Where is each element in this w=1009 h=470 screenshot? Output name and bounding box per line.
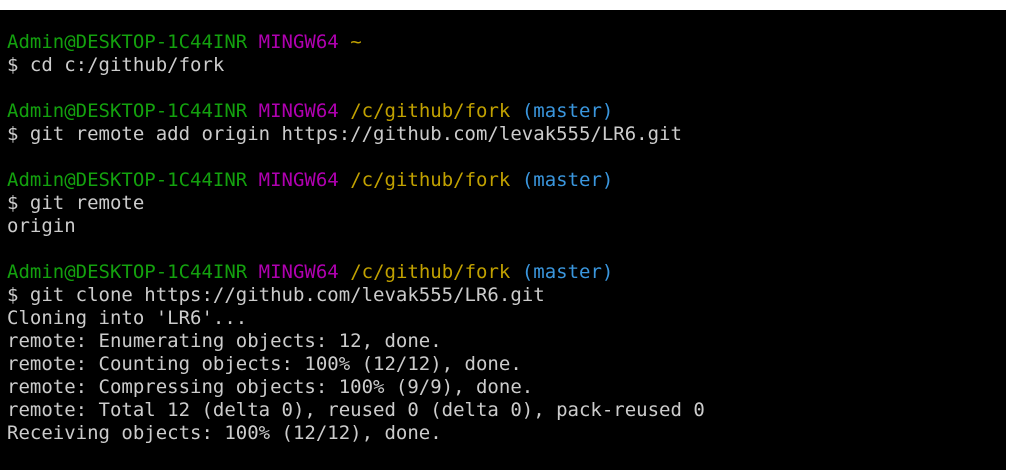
terminal-window: Admin@DESKTOP-1C44INR MINGW64 ~ $ cd c:/… — [0, 0, 1009, 470]
prompt-user-host: Admin@DESKTOP-1C44INR — [7, 31, 248, 53]
prompt-shell: MINGW64 — [258, 169, 339, 191]
prompt-line: Admin@DESKTOP-1C44INR MINGW64 /c/github/… — [7, 169, 1002, 192]
output-line: Receiving objects: 100% (12/12), done. — [7, 422, 442, 444]
output-line: origin — [7, 215, 76, 237]
prompt-branch: (master) — [521, 169, 614, 191]
prompt-branch: (master) — [521, 100, 614, 122]
output-line: remote: Compressing objects: 100% (9/9),… — [7, 376, 534, 398]
prompt-path: /c/github/fork — [350, 100, 511, 122]
prompt-shell: MINGW64 — [258, 31, 339, 53]
terminal-pane[interactable]: Admin@DESKTOP-1C44INR MINGW64 ~ $ cd c:/… — [0, 10, 1009, 470]
output-line: Cloning into 'LR6'... — [7, 307, 248, 329]
output-line: remote: Total 12 (delta 0), reused 0 (de… — [7, 399, 705, 421]
prompt-user-host: Admin@DESKTOP-1C44INR — [7, 169, 248, 191]
prompt-branch: (master) — [521, 261, 614, 283]
prompt-line: Admin@DESKTOP-1C44INR MINGW64 ~ — [7, 31, 1002, 54]
command-line: $ git clone https://github.com/levak555/… — [7, 284, 545, 306]
terminal-output[interactable]: Admin@DESKTOP-1C44INR MINGW64 ~ $ cd c:/… — [7, 31, 1002, 469]
prompt-user-host: Admin@DESKTOP-1C44INR — [7, 261, 248, 283]
prompt-path: ~ — [350, 31, 362, 53]
output-line: remote: Enumerating objects: 12, done. — [7, 330, 442, 352]
prompt-user-host: Admin@DESKTOP-1C44INR — [7, 100, 248, 122]
prompt-line: Admin@DESKTOP-1C44INR MINGW64 /c/github/… — [7, 100, 1002, 123]
command-line: $ git remote — [7, 192, 145, 214]
prompt-shell: MINGW64 — [258, 261, 339, 283]
command-line: $ git remote add origin https://github.c… — [7, 123, 682, 145]
command-line: $ cd c:/github/fork — [7, 54, 225, 76]
output-line: remote: Counting objects: 100% (12/12), … — [7, 353, 522, 375]
prompt-line: Admin@DESKTOP-1C44INR MINGW64 /c/github/… — [7, 261, 1002, 284]
prompt-shell: MINGW64 — [258, 100, 339, 122]
prompt-path: /c/github/fork — [350, 169, 511, 191]
prompt-path: /c/github/fork — [350, 261, 511, 283]
